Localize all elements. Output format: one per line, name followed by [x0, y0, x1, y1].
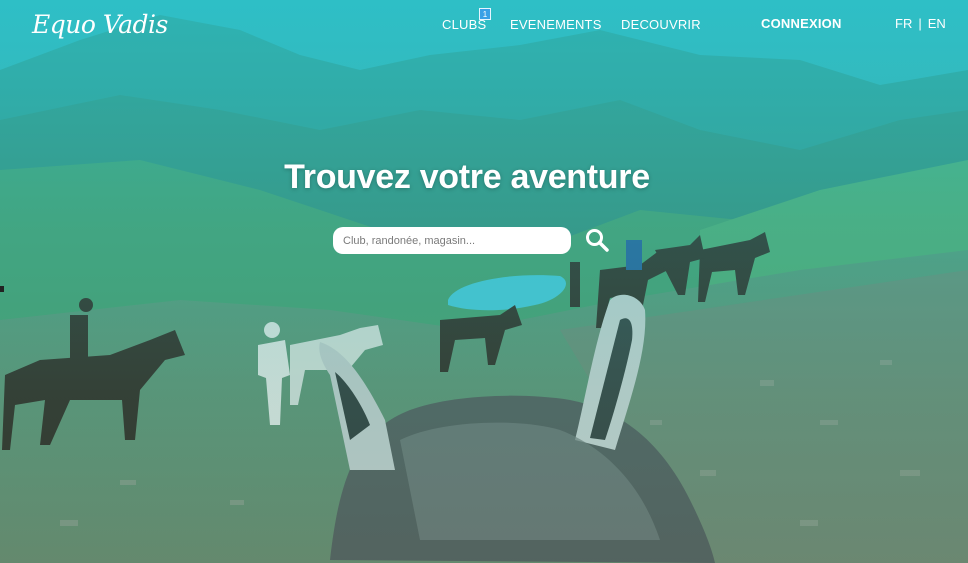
edge-marker	[0, 286, 4, 292]
search-icon	[586, 229, 609, 252]
nav-item-evenements[interactable]: EVENEMENTS	[510, 17, 602, 32]
color-overlay	[0, 0, 968, 563]
language-switcher: FR | EN	[895, 16, 946, 31]
clubs-count-badge: 1	[479, 8, 491, 20]
login-link[interactable]: CONNEXION	[761, 16, 842, 31]
hero-title: Trouvez votre aventure	[284, 158, 650, 196]
search-input[interactable]	[333, 227, 571, 254]
lang-en[interactable]: EN	[928, 16, 946, 31]
logo[interactable]: Equo Vadis	[32, 10, 168, 39]
lang-fr[interactable]: FR	[895, 16, 912, 31]
hero-background	[0, 0, 968, 563]
lang-separator: |	[918, 16, 922, 31]
nav-item-decouvrir[interactable]: DECOUVRIR	[621, 17, 701, 32]
search-button[interactable]	[584, 227, 610, 253]
